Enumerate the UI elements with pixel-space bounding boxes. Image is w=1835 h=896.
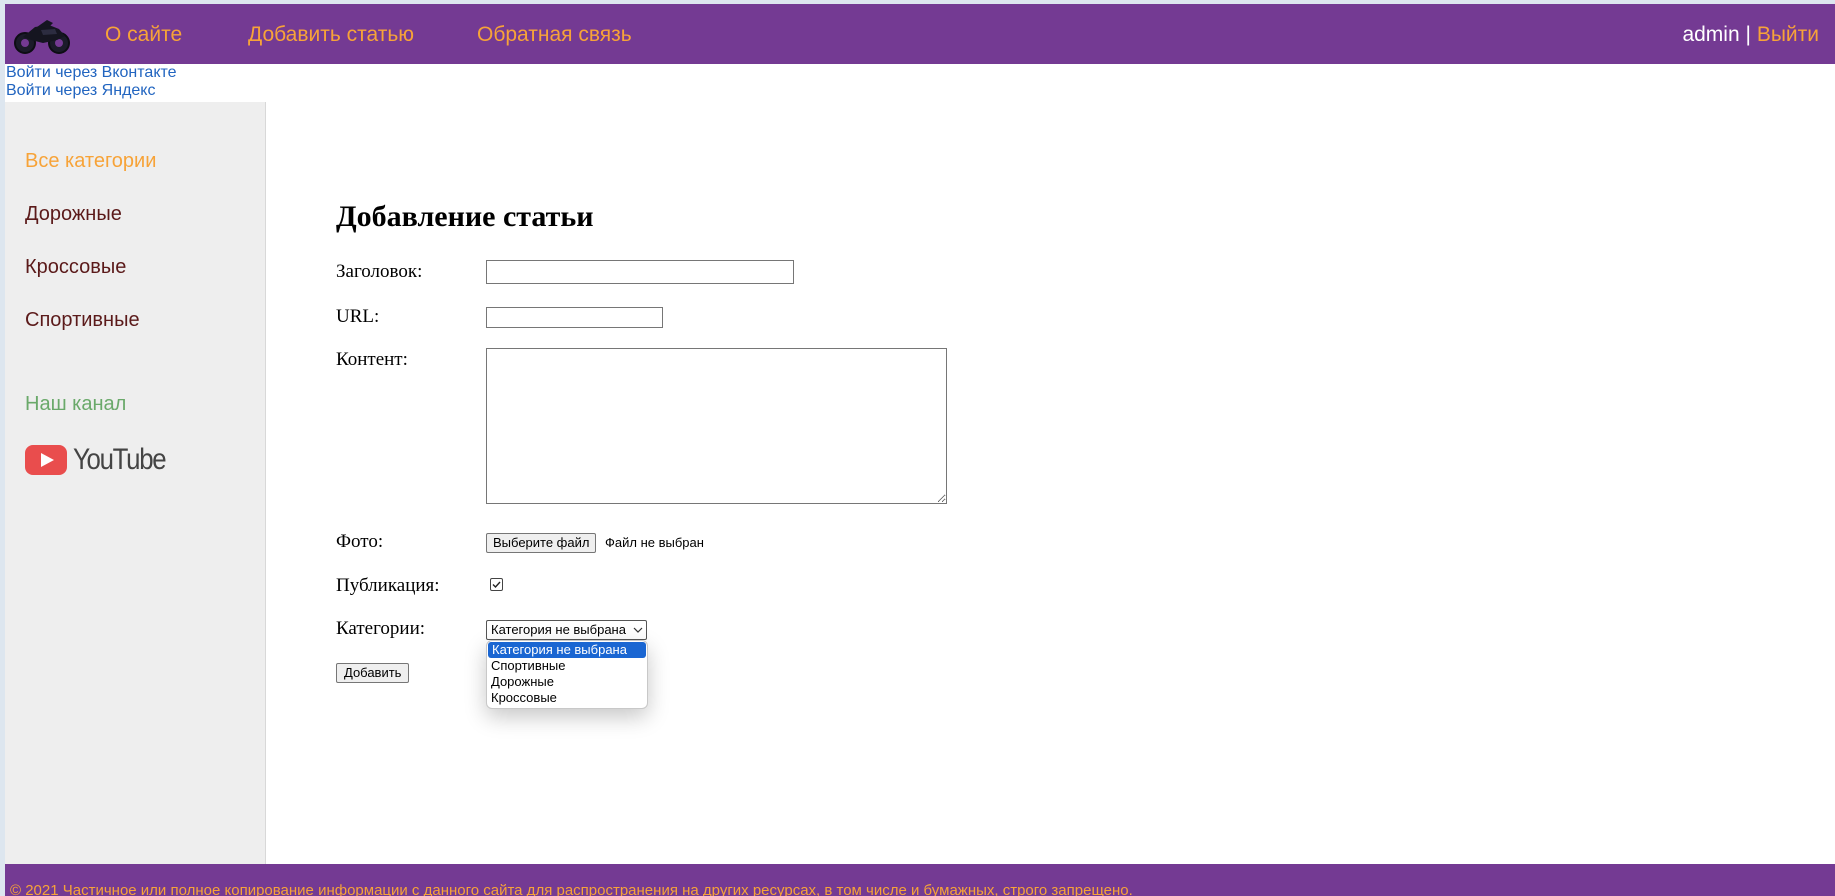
category-option-sport[interactable]: Спортивные — [487, 658, 647, 674]
sidebar-item-all-categories[interactable]: Все категории — [25, 150, 156, 173]
motorcycle-logo-icon[interactable] — [13, 16, 71, 56]
page-title: Добавление статьи — [336, 200, 594, 233]
publish-checkbox[interactable] — [490, 578, 503, 591]
user-separator: | — [1745, 23, 1751, 46]
login-vk-link[interactable]: Войти через Вконтакте — [6, 64, 177, 82]
choose-file-button[interactable]: Выберите файл — [486, 533, 597, 553]
category-option-none[interactable]: Категория не выбрана — [488, 642, 646, 658]
content-label: Контент: — [336, 349, 408, 370]
chevron-down-icon — [633, 627, 643, 633]
category-option-cross[interactable]: Кроссовые — [487, 690, 647, 706]
youtube-link[interactable]: YouTube — [25, 442, 180, 478]
logout-link[interactable]: Выйти — [1757, 23, 1819, 46]
user-area: admin | Выйти — [1682, 23, 1819, 47]
category-dropdown: Категория не выбрана Спортивные Дорожные… — [486, 640, 648, 709]
site-header: О сайте Добавить статью Обратная связь a… — [5, 4, 1835, 64]
category-select-value: Категория не выбрана — [491, 622, 626, 637]
nav-link-feedback[interactable]: Обратная связь — [477, 23, 632, 47]
username: admin — [1682, 23, 1740, 46]
content-textarea[interactable] — [486, 348, 947, 504]
category-option-road[interactable]: Дорожные — [487, 674, 647, 690]
category-label: Категории: — [336, 618, 426, 639]
sidebar-item-sport[interactable]: Спортивные — [25, 309, 140, 332]
file-status: Файл не выбран — [605, 535, 704, 550]
youtube-play-icon — [25, 445, 67, 475]
url-input[interactable] — [486, 307, 663, 328]
nav-link-add-article[interactable]: Добавить статью — [248, 23, 414, 47]
url-label: URL: — [336, 306, 380, 327]
submit-button[interactable]: Добавить — [336, 663, 410, 683]
footer-copyright: © 2021 Частичное или полное копирование … — [10, 882, 1133, 896]
sidebar: Все категории Дорожные Кроссовые Спортив… — [5, 102, 266, 864]
publish-label: Публикация: — [336, 575, 440, 596]
channel-title: Наш канал — [25, 393, 127, 415]
social-login: Войти через Вконтакте Войти через Яндекс — [6, 64, 177, 100]
login-yandex-link[interactable]: Войти через Яндекс — [6, 82, 177, 100]
checkmark-icon — [492, 581, 501, 589]
site-footer: © 2021 Частичное или полное копирование … — [5, 864, 1835, 896]
category-select[interactable]: Категория не выбрана — [486, 620, 647, 640]
youtube-wordmark: YouTube — [73, 443, 167, 476]
sidebar-item-road[interactable]: Дорожные — [25, 203, 122, 226]
heading-label: Заголовок: — [336, 261, 423, 282]
sidebar-item-cross[interactable]: Кроссовые — [25, 256, 126, 279]
heading-input[interactable] — [486, 260, 794, 284]
photo-label: Фото: — [336, 531, 384, 552]
nav-link-about[interactable]: О сайте — [105, 23, 182, 47]
